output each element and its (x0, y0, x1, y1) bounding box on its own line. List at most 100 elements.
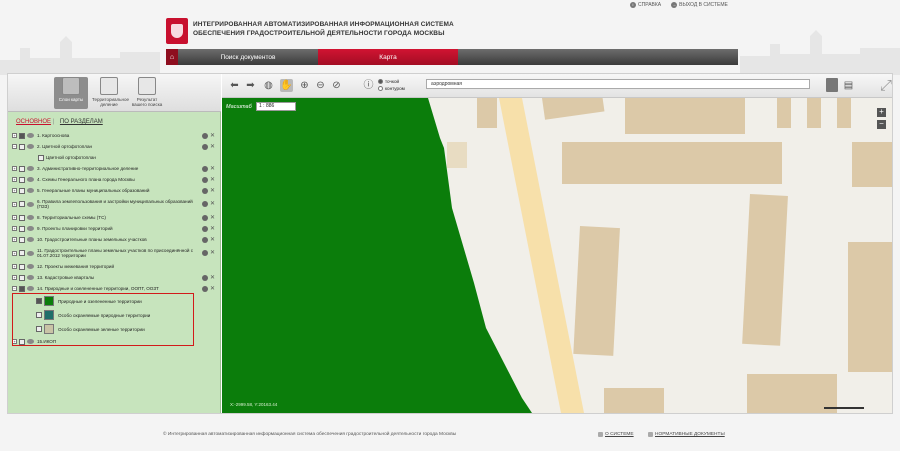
tools-icon[interactable]: ✕ (210, 166, 216, 172)
tools-icon[interactable]: ✕ (210, 144, 216, 150)
visibility-icon[interactable] (27, 237, 34, 242)
fullscreen-icon[interactable]: ⤢ (876, 76, 896, 96)
info-icon[interactable] (202, 250, 208, 256)
help-link[interactable]: i СПРАВКА (630, 2, 661, 8)
visibility-icon[interactable] (27, 250, 34, 256)
layer-checkbox[interactable] (19, 165, 25, 172)
zoom-out-button[interactable]: − (877, 120, 886, 129)
info-icon[interactable] (202, 176, 208, 183)
visibility-icon[interactable] (27, 177, 34, 182)
pan-hand-icon[interactable]: ✋ (280, 79, 293, 92)
radio-points[interactable]: точкой (378, 78, 405, 85)
tools-icon[interactable]: ✕ (210, 215, 216, 221)
cancel-icon[interactable]: ⊘ (330, 79, 343, 92)
layer-item[interactable]: +6. Правила землепользования и застройки… (12, 196, 218, 212)
tools-icon[interactable]: ✕ (210, 286, 216, 292)
tools-icon[interactable]: ✕ (210, 188, 216, 194)
address-search-input[interactable]: аэродромная (426, 79, 810, 89)
expand-icon[interactable]: + (12, 250, 17, 256)
arrow-left-icon[interactable]: ⬅ (228, 79, 241, 92)
info-icon[interactable] (202, 132, 208, 139)
layer-checkbox[interactable] (19, 236, 25, 243)
expand-icon[interactable]: + (12, 201, 17, 207)
tools-icon[interactable]: ✕ (210, 226, 216, 232)
info-icon[interactable] (202, 225, 208, 232)
visibility-icon[interactable] (27, 264, 34, 269)
home-icon[interactable]: ⌂ (166, 49, 178, 65)
layer-checkbox[interactable] (19, 132, 25, 139)
info-icon[interactable] (202, 214, 208, 221)
info-icon[interactable] (202, 236, 208, 243)
about-link[interactable]: О СИСТЕМЕ (598, 432, 634, 437)
layer-checkbox[interactable] (19, 201, 25, 207)
layer-item[interactable]: +4. Схемы Генерального плана города Моск… (12, 174, 218, 185)
logout-link[interactable]: → ВЫХОД В СИСТЕМЕ (671, 2, 728, 8)
layer-item[interactable]: Цветной ортофотоплан (12, 152, 218, 163)
info-icon[interactable] (202, 274, 208, 281)
expand-icon[interactable]: + (12, 188, 17, 193)
regulatory-docs-link[interactable]: НОРМАТИВНЫЕ ДОКУМЕНТЫ (648, 432, 725, 437)
map-canvas[interactable]: Масштаб 1 : 886 X:-2999.58, Y:20163.44 +… (222, 98, 892, 413)
tools-icon[interactable]: ✕ (210, 275, 216, 281)
layer-checkbox[interactable] (19, 250, 25, 256)
layer-checkbox[interactable] (19, 263, 25, 270)
visibility-icon[interactable] (27, 226, 34, 231)
layer-item[interactable]: +1. Картооснова ✕ (12, 130, 218, 141)
layer-checkbox[interactable] (19, 225, 25, 232)
layer-item[interactable]: −2. Цветной ортофотоплан ✕ (12, 141, 218, 152)
layers-button[interactable]: Слои карты (54, 77, 88, 109)
expand-icon[interactable]: + (12, 226, 17, 231)
visibility-icon[interactable] (27, 275, 34, 280)
collapse-icon[interactable]: − (12, 286, 17, 291)
visibility-icon[interactable] (27, 166, 34, 171)
expand-icon[interactable]: + (12, 275, 17, 280)
radio-contour[interactable]: контуром (378, 85, 405, 92)
territorial-division-button[interactable]: Территориальное деление (92, 77, 129, 109)
expand-icon[interactable]: + (12, 133, 17, 138)
save-icon[interactable] (826, 78, 838, 92)
expand-icon[interactable]: + (12, 215, 17, 220)
visibility-icon[interactable] (27, 215, 34, 220)
expand-icon[interactable]: + (12, 177, 17, 182)
layer-item[interactable]: +9. Проекты планировки территорий ✕ (12, 223, 218, 234)
expand-icon[interactable]: + (12, 237, 17, 242)
visibility-icon[interactable] (27, 201, 34, 207)
expand-icon[interactable]: + (12, 166, 17, 171)
zoom-in-icon[interactable]: ⊕ (298, 79, 311, 92)
visibility-icon[interactable] (27, 188, 34, 193)
layer-checkbox[interactable] (19, 274, 25, 281)
info-icon[interactable] (202, 285, 208, 292)
info-icon[interactable] (202, 201, 208, 207)
layer-item[interactable]: +10. Градостроительные планы земельных у… (12, 234, 218, 245)
collapse-icon[interactable]: − (12, 144, 17, 149)
tools-icon[interactable]: ✕ (210, 133, 216, 139)
layer-checkbox[interactable] (19, 176, 25, 183)
layer-checkbox[interactable] (19, 143, 25, 150)
visibility-icon[interactable] (27, 144, 34, 149)
tools-icon[interactable]: ✕ (210, 237, 216, 243)
layer-item[interactable]: +5. Генеральные планы муниципальных обра… (12, 185, 218, 196)
layer-checkbox[interactable] (19, 187, 25, 194)
layer-item[interactable]: +12. Проекты межевания территорий (12, 261, 218, 272)
tab-document-search[interactable]: Поиск документов (178, 49, 318, 65)
tools-icon[interactable]: ✕ (210, 177, 216, 183)
layer-item[interactable]: +8. Территориальные схемы (ТС) ✕ (12, 212, 218, 223)
info-icon[interactable]: ⓘ (362, 79, 375, 92)
visibility-icon[interactable] (27, 286, 34, 291)
visibility-icon[interactable] (27, 133, 34, 138)
tab-map[interactable]: Карта (318, 49, 458, 65)
info-icon[interactable] (202, 187, 208, 194)
layer-item[interactable]: +11. Градостроительные планы земельных у… (12, 245, 218, 261)
zoom-in-button[interactable]: + (877, 108, 886, 117)
tools-icon[interactable]: ✕ (210, 250, 216, 256)
tools-icon[interactable]: ✕ (210, 201, 216, 207)
scale-select[interactable]: 1 : 886 (256, 102, 296, 111)
info-icon[interactable] (202, 143, 208, 150)
print-icon[interactable]: ▤ (842, 79, 855, 92)
layer-checkbox[interactable] (19, 285, 25, 292)
layer-item[interactable]: +3. Административно-территориальное деле… (12, 163, 218, 174)
search-results-button[interactable]: Результат вашего поиска (130, 77, 164, 109)
tab-by-sections[interactable]: ПО РАЗДЕЛАМ (60, 119, 103, 125)
layer-checkbox[interactable] (19, 214, 25, 221)
info-icon[interactable] (202, 165, 208, 172)
